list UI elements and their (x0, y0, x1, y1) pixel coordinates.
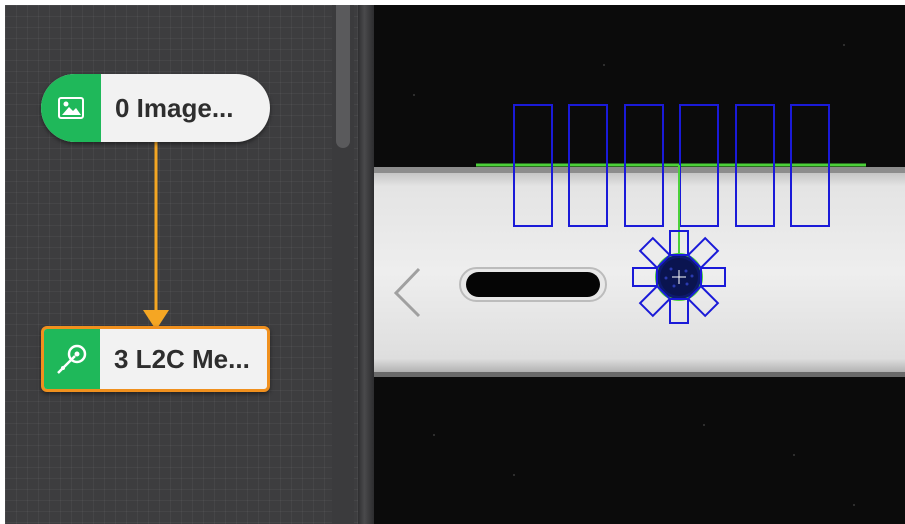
flow-node-l2c-measure[interactable]: 3 L2C Me... (41, 326, 270, 392)
slot-hole (466, 272, 600, 297)
node-label: 3 L2C Me... (114, 343, 250, 374)
inspection-image (374, 5, 905, 524)
line-circle-measure-icon (44, 329, 100, 389)
metal-part (374, 170, 905, 375)
panel-splitter[interactable] (358, 5, 374, 524)
scrollbar-thumb[interactable] (336, 5, 350, 148)
app-frame: 0 Image... 3 L2C Me... (5, 5, 905, 524)
image-icon (41, 74, 101, 142)
image-viewer[interactable] (374, 5, 905, 524)
flow-canvas[interactable]: 0 Image... 3 L2C Me... (5, 5, 358, 524)
node-label: 0 Image... (115, 92, 234, 123)
flow-node-image[interactable]: 0 Image... (41, 74, 270, 142)
